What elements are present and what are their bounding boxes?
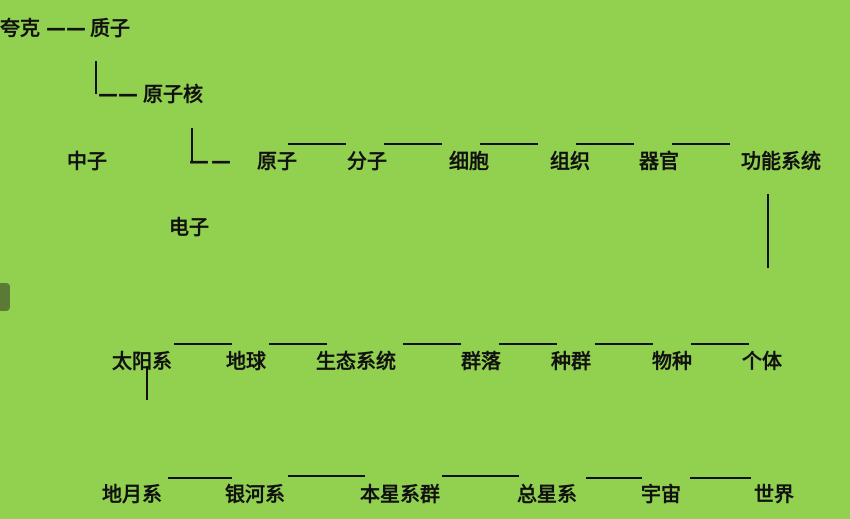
connector-dash: —— — [46, 16, 86, 40]
label-supergalaxy: 总星系 — [517, 482, 577, 506]
connector-vertical — [146, 366, 148, 400]
connector-vertical — [767, 194, 769, 268]
connector-line — [288, 143, 346, 145]
connector-line — [403, 343, 461, 345]
connector-line — [576, 143, 634, 145]
connector-line — [691, 343, 749, 345]
label-functional-system: 功能系统 — [741, 149, 821, 173]
label-individual: 个体 — [742, 349, 782, 373]
label-earth-moon-system: 地月系 — [102, 482, 162, 506]
label-solar-system: 太阳系 — [112, 349, 172, 373]
connector-line — [499, 343, 557, 345]
label-organ: 器官 — [639, 149, 679, 173]
label-species: 物种 — [652, 349, 692, 373]
label-universe: 宇宙 — [641, 482, 681, 506]
connector-line — [586, 477, 642, 479]
connector-line — [168, 477, 232, 479]
connector-line — [442, 475, 519, 477]
label-tissue: 组织 — [550, 149, 590, 173]
label-quark: 夸克 — [0, 16, 40, 40]
connector-line — [595, 343, 653, 345]
label-electron: 电子 — [169, 215, 209, 239]
label-world: 世界 — [754, 482, 794, 506]
label-neutron: 中子 — [67, 149, 107, 173]
scroll-handle[interactable] — [0, 283, 10, 311]
label-community: 群落 — [461, 349, 501, 373]
connector-line — [690, 477, 751, 479]
connector-dash: —— — [189, 149, 233, 173]
connector-line — [672, 143, 730, 145]
label-cell: 细胞 — [449, 149, 489, 173]
connector-line — [288, 475, 365, 477]
label-local-group: 本星系群 — [360, 482, 440, 506]
label-nucleus: 原子核 — [143, 82, 203, 106]
label-ecosystem: 生态系统 — [316, 349, 396, 373]
connector-dash: —— — [98, 82, 138, 106]
label-earth: 地球 — [226, 349, 266, 373]
connector-vertical — [95, 61, 97, 94]
connector-line — [480, 143, 538, 145]
connector-line — [269, 343, 327, 345]
label-proton: 质子 — [90, 16, 130, 40]
connector-line — [384, 143, 442, 145]
label-population: 种群 — [551, 349, 591, 373]
label-galaxy: 银河系 — [225, 482, 285, 506]
connector-line — [174, 343, 232, 345]
label-molecule: 分子 — [347, 149, 387, 173]
label-atom: 原子 — [257, 149, 297, 173]
